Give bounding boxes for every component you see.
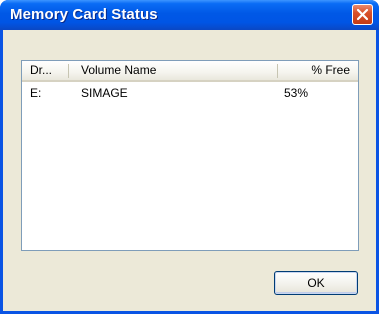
column-header-volume-name[interactable]: Volume Name <box>81 61 231 80</box>
close-button[interactable] <box>352 4 373 25</box>
cell-percent-free: 53% <box>284 86 309 100</box>
memory-card-status-dialog: Memory Card Status Dr... Volume Name % F… <box>0 0 379 314</box>
column-separator[interactable] <box>68 64 69 78</box>
volume-list[interactable]: Dr... Volume Name % Free E: SIMAGE 53% <box>21 60 359 251</box>
dialog-client-area: Dr... Volume Name % Free E: SIMAGE 53% O… <box>3 30 376 311</box>
ok-button[interactable]: OK <box>274 271 358 295</box>
cell-drive: E: <box>30 86 42 100</box>
title-bar[interactable]: Memory Card Status <box>0 0 379 30</box>
column-header-drive[interactable]: Dr... <box>30 61 66 80</box>
window-title: Memory Card Status <box>10 6 158 23</box>
close-icon <box>356 8 369 21</box>
column-header-percent-free[interactable]: % Free <box>284 61 354 80</box>
cell-volume-name: SIMAGE <box>81 86 128 100</box>
column-separator[interactable] <box>277 64 278 78</box>
list-header: Dr... Volume Name % Free <box>22 61 358 82</box>
